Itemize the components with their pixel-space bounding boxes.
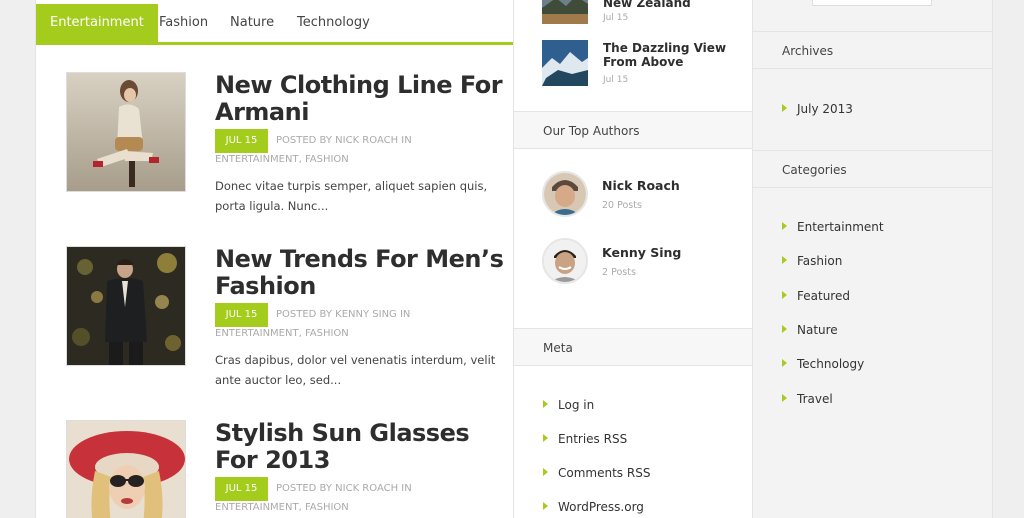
chevron-right-icon [543,502,548,510]
chevron-right-icon [543,468,548,476]
post-date-badge: JUL 15 [215,303,268,327]
right-sidebar: Archives July 2013 Categories Entertainm… [753,0,993,518]
post-categories[interactable]: ENTERTAINMENT, FASHION [215,328,349,339]
widget-heading-top-authors: Our Top Authors [514,111,752,149]
chevron-right-icon [782,394,787,402]
tab-technology[interactable]: Technology [283,4,384,42]
category-tabs: Entertainment Fashion Nature Technology [36,4,514,45]
post-byline: POSTED BY NICK ROACH IN [276,483,412,494]
category-link-fashion[interactable]: Fashion [782,254,842,268]
thumb-post-date: Jul 15 [603,13,629,23]
post-thumbnail[interactable] [66,72,186,192]
post-byline: POSTED BY NICK ROACH IN [276,135,412,146]
tab-entertainment[interactable]: Entertainment [36,4,158,42]
post-categories[interactable]: ENTERTAINMENT, FASHION [215,154,349,165]
author-name[interactable]: Kenny Sing [602,245,681,260]
category-link-nature[interactable]: Nature [782,323,838,337]
tab-fashion[interactable]: Fashion [145,4,222,42]
post-title[interactable]: New Trends For Men’s Fashion [215,246,505,300]
widget-heading-categories: Categories [753,150,992,188]
posts-column: Entertainment Fashion Nature Technology … [35,0,514,518]
post-excerpt: Cras dapibus, dolor vel venenatis interd… [215,353,496,387]
category-link-entertainment[interactable]: Entertainment [782,220,884,234]
author-item[interactable]: Kenny Sing 2 Posts [542,238,742,284]
thumb-post-title[interactable]: The Dazzling View From Above [603,41,753,69]
chevron-right-icon [782,104,787,112]
chevron-right-icon [782,291,787,299]
search-input[interactable] [812,0,932,6]
chevron-right-icon [782,325,787,333]
category-link-technology[interactable]: Technology [782,357,864,371]
widget-heading-archives: Archives [753,31,992,69]
post-excerpt: Donec vitae turpis semper, aliquet sapie… [215,179,488,213]
author-post-count: 20 Posts [602,200,642,211]
meta-link-comments-rss[interactable]: Comments RSS [543,466,650,480]
post-thumbnail[interactable] [542,0,588,24]
avatar[interactable] [542,238,588,284]
archive-link-july-2013[interactable]: July 2013 [782,102,853,116]
author-post-count: 2 Posts [602,267,636,278]
author-item[interactable]: Nick Roach 20 Posts [542,171,742,217]
chevron-right-icon [782,222,787,230]
middle-sidebar: New Zealand Jul 15 The Dazzling View Fro… [513,0,753,518]
avatar[interactable] [542,171,588,217]
chevron-right-icon [543,434,548,442]
chevron-right-icon [543,400,548,408]
thumb-post-title[interactable]: New Zealand [603,0,753,10]
post-thumbnail[interactable] [66,246,186,366]
meta-link-entries-rss[interactable]: Entries RSS [543,432,627,446]
author-name[interactable]: Nick Roach [602,178,680,193]
post-thumbnail[interactable] [542,40,588,86]
post-thumbnail[interactable] [66,420,186,518]
chevron-right-icon [782,256,787,264]
meta-link-log-in[interactable]: Log in [543,398,594,412]
post-categories[interactable]: ENTERTAINMENT, FASHION [215,502,349,513]
chevron-right-icon [782,359,787,367]
category-link-featured[interactable]: Featured [782,289,850,303]
widget-heading-meta: Meta [514,328,752,366]
tab-nature[interactable]: Nature [216,4,288,42]
meta-link-wordpress-org[interactable]: WordPress.org [543,500,644,514]
post-date-badge: JUL 15 [215,477,268,501]
post-byline: POSTED BY KENNY SING IN [276,309,411,320]
post-title[interactable]: Stylish Sun Glasses For 2013 [215,420,505,474]
category-link-travel[interactable]: Travel [782,392,833,406]
thumb-post-date: Jul 15 [603,75,629,85]
post-title[interactable]: New Clothing Line For Armani [215,72,505,126]
post-date-badge: JUL 15 [215,129,268,153]
